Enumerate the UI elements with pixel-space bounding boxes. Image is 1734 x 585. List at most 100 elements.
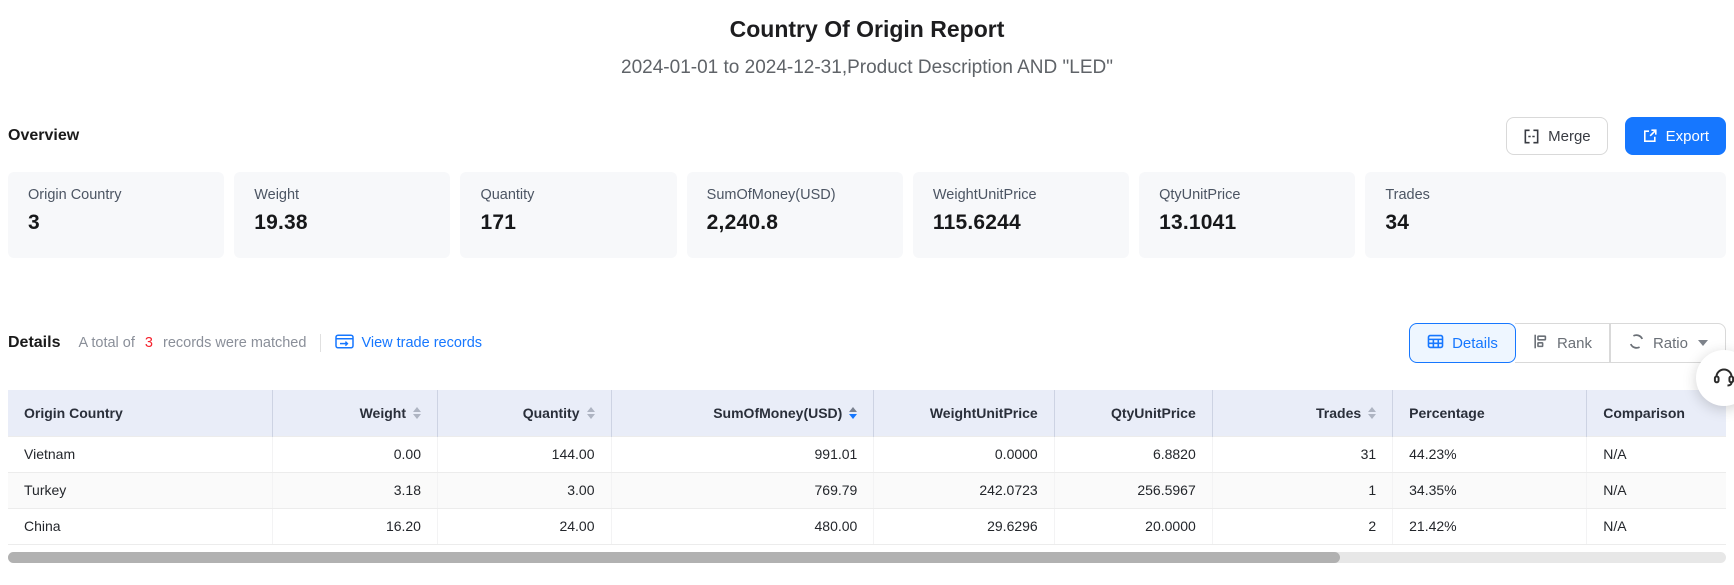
tab-ratio-label: Ratio [1653,335,1688,352]
stat-card-origin-country: Origin Country 3 [8,172,224,258]
records-matched-summary: A total of 3 records were matched [78,335,306,351]
cell-qty-unit-price: 256.5967 [1054,472,1212,508]
stat-value: 115.6244 [933,211,1109,235]
col-header-label: WeightUnitPrice [930,405,1038,421]
stat-card-weight-unit-price: WeightUnitPrice 115.6244 [913,172,1129,258]
tab-rank-label: Rank [1557,335,1592,352]
ratio-circle-icon [1628,333,1645,354]
details-table: Origin Country Weight Quantity SumOfMone… [8,390,1726,545]
cell-origin: Vietnam [8,436,273,472]
cell-percentage: 21.42% [1393,508,1587,544]
cell-comparison: N/A [1587,472,1726,508]
cell-percentage: 44.23% [1393,436,1587,472]
tab-details[interactable]: Details [1409,323,1516,363]
tab-details-label: Details [1452,335,1498,352]
sort-icon-active-desc[interactable] [849,407,857,419]
col-header-trades[interactable]: Trades [1212,390,1392,436]
col-header-weight-unit-price: WeightUnitPrice [874,390,1054,436]
horizontal-scrollbar[interactable] [8,552,1726,563]
cell-comparison: N/A [1587,436,1726,472]
stat-label: Origin Country [28,187,204,203]
table-row-vietnam[interactable]: Vietnam 0.00 144.00 991.01 0.0000 6.8820… [8,436,1726,472]
cell-weight-unit-price: 242.0723 [874,472,1054,508]
cell-quantity: 144.00 [437,436,611,472]
col-header-quantity[interactable]: Quantity [437,390,611,436]
table-grid-icon [1427,333,1444,354]
table-row-turkey[interactable]: Turkey 3.18 3.00 769.79 242.0723 256.596… [8,472,1726,508]
stat-label: QtyUnitPrice [1159,187,1335,203]
sort-icon[interactable] [587,407,595,419]
export-button[interactable]: Export [1625,117,1726,155]
merge-button[interactable]: Merge [1506,117,1608,155]
stat-value: 171 [480,211,656,235]
chevron-down-icon [1698,340,1708,346]
headset-icon [1711,363,1734,394]
tab-rank[interactable]: Rank [1515,323,1610,363]
cell-weight: 3.18 [273,472,438,508]
vertical-divider [320,334,321,352]
stat-card-sum-of-money: SumOfMoney(USD) 2,240.8 [687,172,903,258]
cell-comparison: N/A [1587,508,1726,544]
col-header-label: Percentage [1409,405,1484,421]
stat-value: 34 [1385,211,1706,235]
cell-weight: 0.00 [273,436,438,472]
stat-label: WeightUnitPrice [933,187,1109,203]
scrollbar-thumb[interactable] [8,552,1340,563]
stat-label: Quantity [480,187,656,203]
cell-sum: 769.79 [611,472,874,508]
cell-trades: 2 [1212,508,1392,544]
stat-label: SumOfMoney(USD) [707,187,883,203]
col-header-origin-country: Origin Country [8,390,273,436]
stat-value: 13.1041 [1159,211,1335,235]
summary-prefix: A total of [78,335,134,351]
report-page: Country Of Origin Report 2024-01-01 to 2… [0,0,1734,585]
stat-label: Weight [254,187,430,203]
view-trade-records-label: View trade records [361,335,482,351]
view-trade-records-link[interactable]: View trade records [335,334,482,353]
summary-suffix: records were matched [163,335,306,351]
cell-qty-unit-price: 6.8820 [1054,436,1212,472]
overview-header-row: Overview Merge Export [8,116,1726,156]
overview-cards: Origin Country 3 Weight 19.38 Quantity 1… [8,172,1726,258]
col-header-label: Weight [360,405,406,421]
col-header-qty-unit-price: QtyUnitPrice [1054,390,1212,436]
cell-quantity: 24.00 [437,508,611,544]
stat-card-quantity: Quantity 171 [460,172,676,258]
cell-weight: 16.20 [273,508,438,544]
page-subtitle: 2024-01-01 to 2024-12-31,Product Descrip… [8,56,1726,80]
col-header-weight[interactable]: Weight [273,390,438,436]
stat-value: 2,240.8 [707,211,883,235]
stat-value: 19.38 [254,211,430,235]
rank-bars-icon [1532,333,1549,354]
cell-weight-unit-price: 29.6296 [874,508,1054,544]
col-header-percentage: Percentage [1393,390,1587,436]
cell-quantity: 3.00 [437,472,611,508]
col-header-label: QtyUnitPrice [1111,405,1196,421]
col-header-sum-of-money[interactable]: SumOfMoney(USD) [611,390,874,436]
col-header-label: SumOfMoney(USD) [713,405,842,421]
export-button-label: Export [1666,128,1709,145]
stat-card-weight: Weight 19.38 [234,172,450,258]
details-heading: Details [8,334,60,352]
cell-trades: 31 [1212,436,1392,472]
trade-card-arrow-icon [335,334,354,353]
toolbar-actions: Merge Export [1506,117,1726,155]
col-header-label: Origin Country [24,405,123,421]
cell-qty-unit-price: 20.0000 [1054,508,1212,544]
table-row-china[interactable]: China 16.20 24.00 480.00 29.6296 20.0000… [8,508,1726,544]
cell-sum: 991.01 [611,436,874,472]
cell-origin: Turkey [8,472,273,508]
sort-icon[interactable] [413,407,421,419]
merge-cells-icon [1523,128,1540,145]
stat-card-trades: Trades 34 [1365,172,1726,258]
overview-heading: Overview [8,127,79,145]
merge-button-label: Merge [1548,128,1591,145]
stat-value: 3 [28,211,204,235]
view-switcher: Details Rank [1409,323,1726,363]
sort-icon[interactable] [1368,407,1376,419]
page-title: Country Of Origin Report [8,14,1726,44]
external-link-icon [1642,128,1658,144]
cell-trades: 1 [1212,472,1392,508]
cell-origin: China [8,508,273,544]
stat-card-qty-unit-price: QtyUnitPrice 13.1041 [1139,172,1355,258]
